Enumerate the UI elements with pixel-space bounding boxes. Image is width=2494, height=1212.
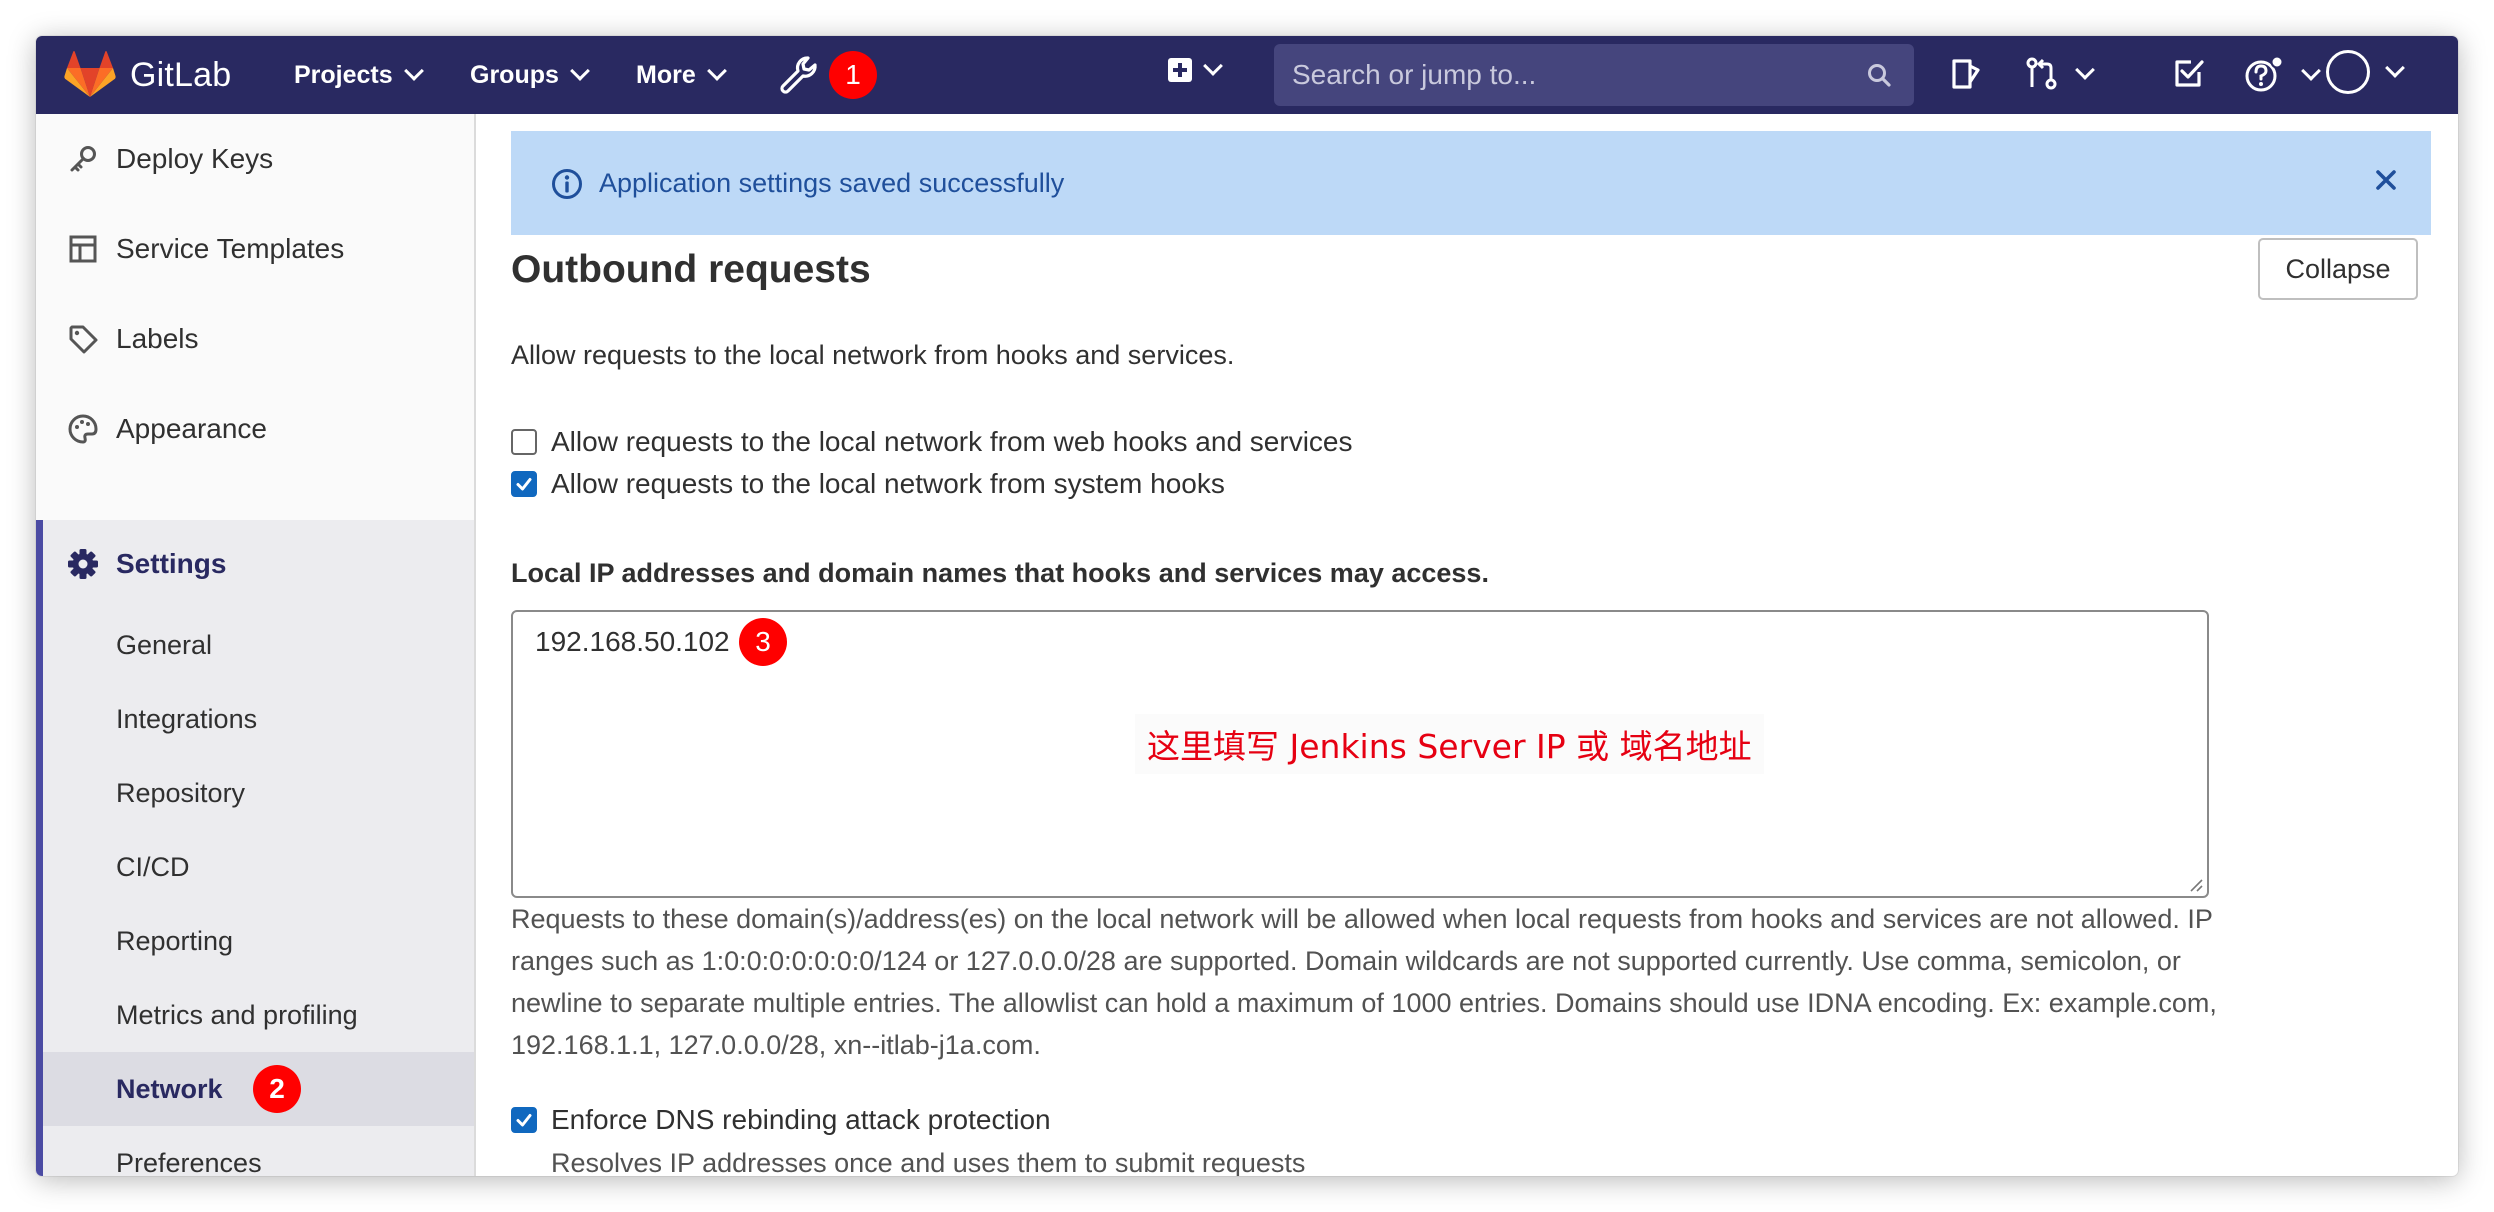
close-icon[interactable]: [2371, 165, 2401, 195]
palette-icon: [66, 412, 100, 446]
user-menu[interactable]: [2326, 50, 2405, 94]
sidebar-subitem-label: CI/CD: [116, 851, 190, 882]
new-dropdown-button[interactable]: [1168, 56, 1223, 82]
gitlab-home-link[interactable]: GitLab: [64, 48, 231, 102]
dns-rebinding-checkbox-row[interactable]: Enforce DNS rebinding attack protection: [511, 1104, 1051, 1136]
sidebar-item-label: Service Templates: [116, 233, 345, 264]
system-hooks-checkbox[interactable]: [511, 471, 537, 497]
projects-menu[interactable]: Projects: [294, 36, 424, 114]
resize-handle-icon[interactable]: [2187, 876, 2203, 892]
sidebar-subitem-repository[interactable]: Repository: [43, 756, 474, 830]
section-description: Allow requests to the local network from…: [511, 340, 1235, 370]
sidebar-item-label: Appearance: [116, 413, 268, 444]
template-icon: [66, 232, 100, 266]
flash-notice: Application settings saved successfully: [511, 131, 2431, 235]
sidebar-item-labels[interactable]: Labels: [36, 306, 474, 372]
wrench-icon: [780, 56, 817, 94]
chevron-down-icon: [2075, 60, 2096, 80]
projects-menu-label: Projects: [294, 60, 393, 89]
allowlist-label: Local IP addresses and domain names that…: [511, 558, 1489, 588]
key-icon: [66, 142, 100, 176]
help-icon: [2245, 55, 2284, 92]
sidebar-subitem-label: Integrations: [116, 703, 258, 734]
top-navbar: GitLab Projects Groups More 1: [36, 36, 2458, 114]
web-hooks-checkbox-label: Allow requests to the local network from…: [551, 426, 1353, 457]
dns-rebinding-label: Enforce DNS rebinding attack protection: [551, 1104, 1051, 1135]
gitlab-logo-text: GitLab: [130, 55, 232, 94]
gitlab-logo-icon: [64, 51, 116, 97]
sidebar-subitem-ci-cd[interactable]: CI/CD: [43, 830, 474, 904]
label-icon: [66, 322, 100, 356]
merge-request-icon: [2026, 57, 2057, 90]
sidebar-item-label: Deploy Keys: [116, 143, 274, 174]
web-hooks-checkbox-row[interactable]: Allow requests to the local network from…: [511, 426, 1353, 458]
admin-sidebar: Deploy Keys Service Templates Labels App…: [36, 114, 476, 1176]
chevron-down-icon: [570, 61, 590, 81]
allowlist-value: 192.168.50.102: [535, 626, 730, 657]
search-icon: [1868, 64, 1891, 87]
todos-link[interactable]: [2172, 56, 2206, 95]
section-title: Outbound requests: [511, 248, 871, 291]
more-menu-label: More: [636, 60, 696, 89]
sidebar-subitem-label: Network: [116, 1073, 223, 1104]
checkmark-icon: [516, 478, 532, 491]
sidebar-item-deploy-keys[interactable]: Deploy Keys: [36, 126, 474, 192]
avatar: [2326, 50, 2370, 94]
dns-rebinding-checkbox[interactable]: [511, 1107, 537, 1133]
admin-area-link[interactable]: [778, 54, 818, 94]
system-hooks-checkbox-row[interactable]: Allow requests to the local network from…: [511, 468, 1225, 500]
chevron-down-icon: [2301, 61, 2322, 81]
annotation-note: 这里填写 Jenkins Server IP 或 域名地址: [1135, 714, 1764, 774]
gear-icon: [66, 547, 100, 581]
main-content: Application settings saved successfully …: [476, 114, 2458, 1176]
annotation-badge-3: 3: [739, 618, 787, 666]
sidebar-subitem-label: Metrics and profiling: [116, 999, 358, 1030]
chevron-down-icon: [2385, 58, 2405, 78]
plus-square-icon: [1168, 58, 1192, 82]
annotation-badge-2: 2: [253, 1065, 301, 1113]
sidebar-item-service-templates[interactable]: Service Templates: [36, 216, 474, 282]
sidebar-item-appearance[interactable]: Appearance: [36, 396, 474, 462]
sidebar-subitem-label: General: [116, 629, 213, 660]
sidebar-subitem-label: Preferences: [116, 1147, 262, 1177]
sidebar-subitem-reporting[interactable]: Reporting: [43, 904, 474, 978]
active-indicator: [36, 520, 43, 1176]
sidebar-item-settings[interactable]: Settings: [36, 520, 474, 608]
checkmark-icon: [516, 1114, 532, 1127]
groups-menu-label: Groups: [470, 60, 559, 89]
sidebar-subitem-label: Reporting: [116, 925, 234, 956]
issues-link[interactable]: [1948, 56, 1984, 97]
search-input[interactable]: [1274, 58, 1866, 92]
chevron-down-icon: [403, 61, 424, 81]
allowlist-textarea[interactable]: 192.168.50.102 3 这里填写 Jenkins Server IP …: [511, 610, 2209, 898]
chevron-down-icon: [706, 61, 727, 81]
groups-menu[interactable]: Groups: [470, 36, 590, 114]
system-hooks-checkbox-label: Allow requests to the local network from…: [551, 468, 1225, 499]
dns-rebinding-help: Resolves IP addresses once and uses them…: [551, 1148, 1306, 1176]
info-icon: [552, 169, 582, 199]
more-menu[interactable]: More: [636, 36, 727, 114]
allowlist-help-text: Requests to these domain(s)/address(es) …: [511, 904, 2217, 1060]
browser-window: GitLab Projects Groups More 1 Search or …: [36, 36, 2458, 1176]
collapse-button[interactable]: Collapse: [2258, 238, 2418, 300]
todo-icon: [2175, 60, 2204, 87]
merge-requests-dropdown[interactable]: [2024, 56, 2096, 92]
annotation-badge-1: 1: [829, 51, 877, 99]
web-hooks-checkbox[interactable]: [511, 429, 537, 455]
sidebar-subitem-network[interactable]: Network 2: [43, 1052, 474, 1126]
sidebar-item-label: Labels: [116, 323, 199, 354]
sidebar-subitem-label: Repository: [116, 777, 246, 808]
sidebar-item-label: Settings: [116, 548, 227, 579]
sidebar-subitem-general[interactable]: General: [43, 608, 474, 682]
sidebar-subitem-integrations[interactable]: Integrations: [43, 682, 474, 756]
search-box[interactable]: [1274, 44, 1914, 106]
chevron-down-icon: [1203, 56, 1223, 76]
issues-icon: [1952, 59, 1980, 89]
sidebar-subitem-metrics-and-profiling[interactable]: Metrics and profiling: [43, 978, 474, 1052]
sidebar-subitem-preferences[interactable]: Preferences: [43, 1126, 474, 1177]
help-dropdown[interactable]: [2244, 55, 2322, 94]
flash-message: Application settings saved successfully: [599, 167, 1065, 198]
